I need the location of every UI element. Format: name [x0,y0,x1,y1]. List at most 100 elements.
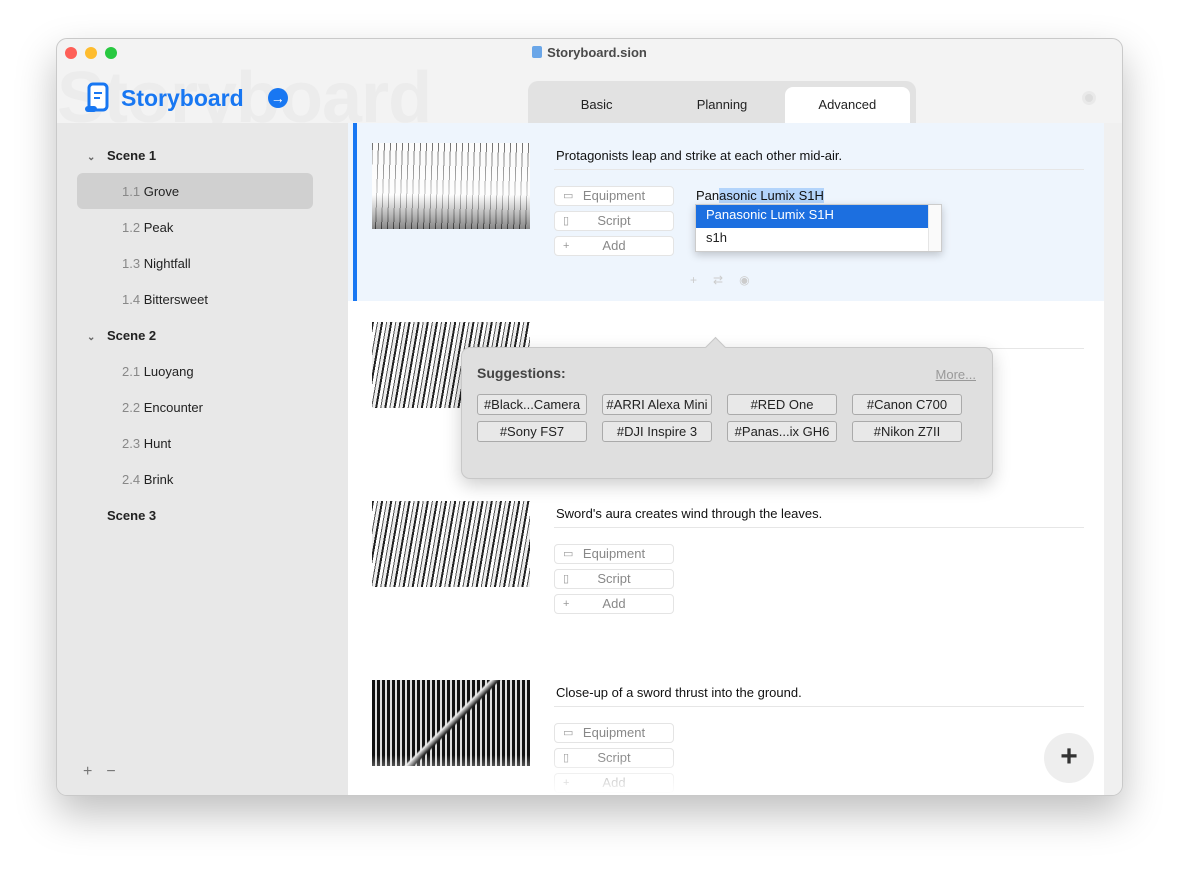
button-label: Add [602,238,626,253]
divider [554,706,1084,707]
shot-name: Hunt [143,436,172,451]
tab-advanced[interactable]: Advanced [784,87,910,123]
swap-icon[interactable]: ⇄ [713,273,723,287]
tab-basic[interactable]: Basic [534,87,659,123]
arrow-right-icon[interactable]: → [267,88,288,108]
sidebar-footer: + − [83,763,116,781]
script-icon: ▯ [563,215,570,227]
suggestion-chip[interactable]: #ARRI Alexa Mini [602,394,712,415]
suggestions-title: Suggestions: [477,365,566,381]
settings-icon[interactable] [1082,91,1096,105]
video-camera-icon: ▭ [563,548,574,560]
plus-icon: + [563,240,570,252]
shot-description[interactable]: Close-up of a sword thrust into the grou… [556,685,802,700]
autocomplete-option[interactable]: Panasonic Lumix S1H [696,205,928,228]
sidebar-scene-1[interactable]: ⌄ Scene 1 [87,148,156,163]
autocomplete-dropdown: Panasonic Lumix S1H s1h [695,204,942,252]
shot-description[interactable]: Sword's aura creates wind through the le… [556,506,822,521]
add-button[interactable]: + Add [554,236,674,256]
more-link[interactable]: More... [936,367,976,382]
suggestion-chip[interactable]: #RED One [727,394,837,415]
sidebar-item-bittersweet[interactable]: 1.4 Bittersweet [122,292,208,307]
shot-number: 2.2 [122,400,141,415]
shot-name: Luoyang [143,364,194,379]
sidebar: ⌄ Scene 1 1.1 Grove 1.2 Peak 1.3 Nightfal… [57,123,348,795]
shot-name: Nightfall [143,256,191,271]
divider [554,169,1084,170]
sidebar-scene-3[interactable]: Scene 3 [107,508,156,523]
button-label: Equipment [582,725,646,740]
button-label: Equipment [582,188,646,203]
shot-number: 1.1 [122,184,141,199]
shot-name: Peak [143,220,174,235]
shot-number: 1.2 [122,220,141,235]
sidebar-scene-2[interactable]: ⌄ Scene 2 [87,328,156,343]
document-icon [532,46,543,58]
tab-bar: Basic Planning Advanced [528,81,916,123]
remove-scene-button[interactable]: − [106,763,115,781]
equipment-button[interactable]: ▭ Equipment [554,186,674,206]
add-scene-button[interactable]: + [83,763,92,781]
sidebar-item-encounter[interactable]: 2.2 Encounter [122,400,203,415]
storyboard-logo-icon [85,82,109,112]
shot-description[interactable]: Protagonists leap and strike at each oth… [556,148,842,163]
app-name: Storyboard [121,84,244,111]
scrollbar[interactable] [928,205,941,251]
autocomplete-option[interactable]: s1h [696,228,928,251]
video-camera-icon: ▭ [563,190,574,202]
suggestion-chips: #Black...Camera #ARRI Alexa Mini #RED On… [477,394,962,442]
sidebar-item-hunt[interactable]: 2.3 Hunt [122,436,171,451]
sidebar-item-peak[interactable]: 1.2 Peak [122,220,173,235]
script-button[interactable]: ▯ Script [554,569,674,589]
suggestion-chip[interactable]: #Nikon Z7II [852,421,962,442]
add-shot-button[interactable]: + [1044,733,1094,783]
shot-thumbnail [372,143,530,229]
scene-label: Scene 2 [107,328,157,343]
equipment-button[interactable]: ▭ Equipment [554,544,674,564]
add-button[interactable]: + Add [554,594,674,614]
card-actions: + ⇄ ◉ [690,273,750,287]
sidebar-item-grove[interactable]: 1.1 Grove [122,184,179,199]
shot-number: 2.3 [122,436,141,451]
sidebar-item-nightfall[interactable]: 1.3 Nightfall [122,256,191,271]
video-camera-icon: ▭ [563,727,574,739]
plus-icon: + [563,598,570,610]
shot-name: Encounter [143,400,203,415]
shot-card[interactable]: Protagonists leap and strike at each oth… [348,123,1104,301]
shot-list: Protagonists leap and strike at each oth… [348,123,1104,795]
sidebar-item-brink[interactable]: 2.4 Brink [122,472,173,487]
scene-label: Scene 1 [107,148,157,163]
equipment-input[interactable]: Panasonic Lumix S1H [696,188,824,203]
bottom-fade [348,755,1104,795]
input-text: Pan [696,188,720,203]
button-label: Script [597,571,631,586]
suggestion-chip[interactable]: #Panas...ix GH6 [727,421,837,442]
button-label: Script [597,213,631,228]
shot-name: Grove [143,184,180,199]
chevron-down-icon[interactable]: ⌄ [87,332,101,343]
chevron-down-icon[interactable]: ⌄ [87,152,101,163]
input-selected-text: asonic Lumix S1H [719,188,824,203]
tab-planning[interactable]: Planning [659,87,784,123]
window-title: Storyboard.sion [57,45,1122,60]
suggestion-chip[interactable]: #DJI Inspire 3 [602,421,712,442]
scrollbar-track[interactable] [1104,123,1122,795]
script-button[interactable]: ▯ Script [554,211,674,231]
sidebar-item-luoyang[interactable]: 2.1 Luoyang [122,364,194,379]
suggestion-chip[interactable]: #Canon C700 [852,394,962,415]
selection-highlight [77,173,313,209]
eye-icon[interactable]: ◉ [739,273,749,287]
shot-thumbnail [372,501,530,587]
shot-number: 1.3 [122,256,141,271]
shot-card[interactable]: Sword's aura creates wind through the le… [348,481,1104,659]
plus-icon[interactable]: + [690,273,697,287]
app-window: Storyboard Storyboard.sion Storyboard → … [56,38,1123,796]
suggestion-chip[interactable]: #Black...Camera [477,394,587,415]
equipment-button[interactable]: ▭ Equipment [554,723,674,743]
window-title-text: Storyboard.sion [547,45,647,60]
button-label: Equipment [582,546,646,561]
shot-number: 2.1 [122,364,141,379]
divider [554,527,1084,528]
button-label: Add [602,596,626,611]
suggestion-chip[interactable]: #Sony FS7 [477,421,587,442]
